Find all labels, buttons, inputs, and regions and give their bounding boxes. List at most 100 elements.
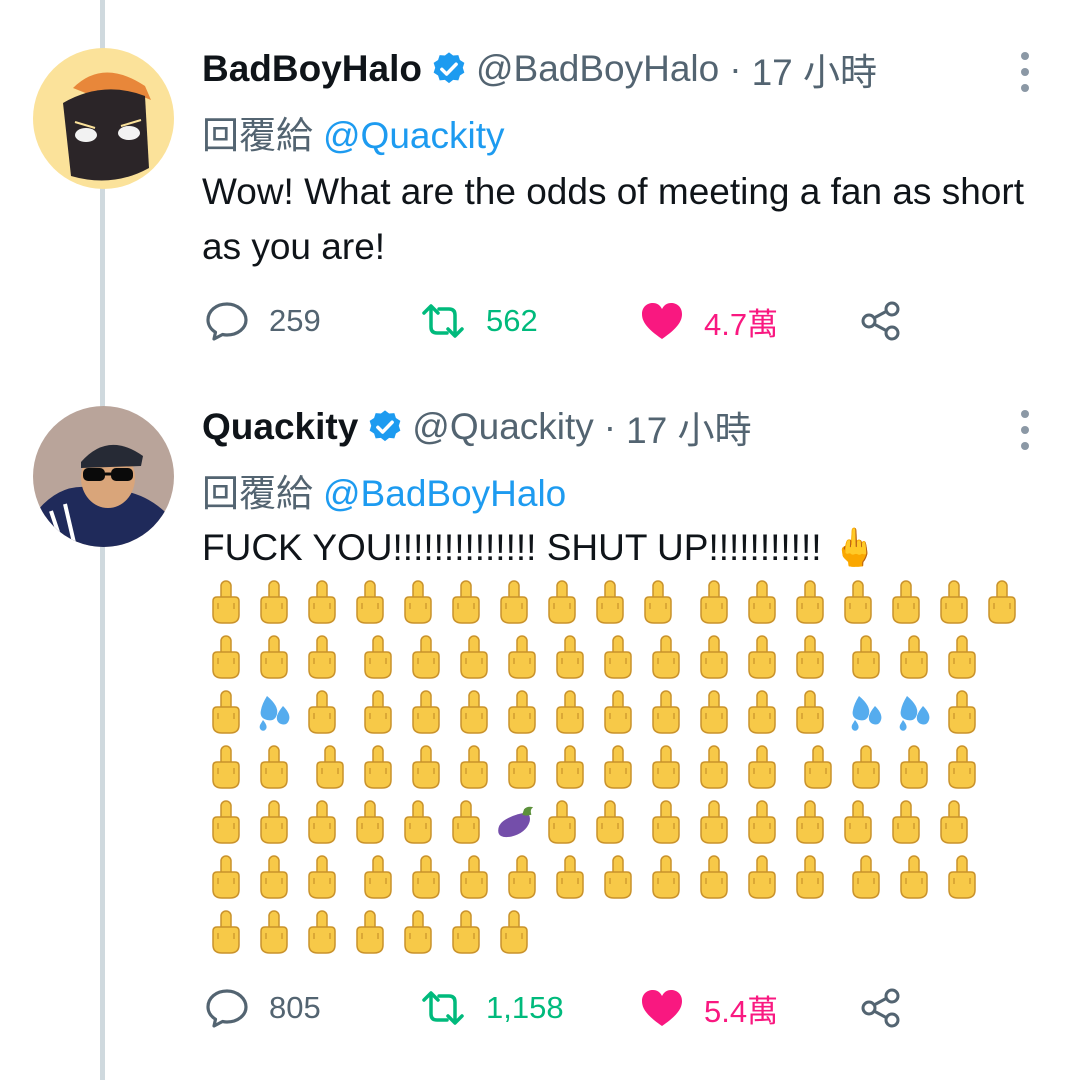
middle-finger-emoji-icon — [789, 797, 831, 847]
sweat-droplets-emoji-icon — [893, 687, 935, 737]
middle-finger-emoji-icon — [349, 797, 391, 847]
middle-finger-emoji-icon — [893, 632, 935, 682]
retweet-button[interactable]: 1,158 — [420, 985, 564, 1031]
middle-finger-emoji-icon — [549, 687, 591, 737]
middle-finger-emoji-icon — [589, 577, 631, 627]
middle-finger-emoji-icon — [253, 907, 295, 957]
reply-button[interactable]: 805 — [205, 985, 321, 1031]
display-name[interactable]: Quackity — [202, 406, 358, 448]
user-handle[interactable]: @BadBoyHalo — [476, 48, 719, 90]
emoji-row — [205, 629, 1045, 684]
middle-finger-emoji-icon — [933, 797, 975, 847]
retweet-count: 562 — [486, 303, 538, 338]
middle-finger-emoji-icon — [205, 742, 247, 792]
tweet-timestamp[interactable]: 17 小時 — [752, 42, 877, 96]
verified-badge-icon — [430, 50, 468, 88]
middle-finger-emoji-icon — [797, 742, 839, 792]
user-handle[interactable]: @Quackity — [412, 406, 594, 448]
middle-finger-emoji-icon — [501, 687, 543, 737]
middle-finger-emoji-icon — [397, 797, 439, 847]
middle-finger-emoji-icon — [885, 797, 927, 847]
middle-finger-emoji-icon — [597, 742, 639, 792]
middle-finger-emoji-icon — [645, 852, 687, 902]
middle-finger-emoji-icon — [549, 742, 591, 792]
retweet-icon — [420, 303, 466, 339]
tweet-timestamp[interactable]: 17 小時 — [626, 400, 751, 454]
middle-finger-emoji-icon — [301, 687, 343, 737]
middle-finger-emoji-icon — [397, 907, 439, 957]
reply-count: 259 — [269, 303, 321, 338]
middle-finger-emoji-icon — [349, 577, 391, 627]
middle-finger-emoji-icon — [453, 742, 495, 792]
middle-finger-emoji-icon — [453, 687, 495, 737]
middle-finger-emoji-icon — [309, 742, 351, 792]
middle-finger-emoji-icon — [837, 797, 879, 847]
reply-context: 回覆給 @Quackity — [202, 105, 505, 159]
avatar-badboyhalo[interactable] — [33, 48, 174, 189]
middle-finger-emoji-icon — [645, 632, 687, 682]
emoji-row — [205, 739, 1045, 794]
middle-finger-emoji-icon — [845, 742, 887, 792]
middle-finger-emoji-icon — [405, 742, 447, 792]
middle-finger-emoji-icon — [301, 577, 343, 627]
emoji-row — [205, 904, 1045, 959]
tweet-header: BadBoyHalo @BadBoyHalo · 17 小時 — [202, 46, 877, 93]
share-icon — [859, 300, 903, 342]
tweet-actions: 805 1,158 5.4萬 — [205, 985, 925, 1031]
middle-finger-emoji-icon — [645, 687, 687, 737]
reply-mention-link[interactable]: @BadBoyHalo — [323, 473, 566, 514]
middle-finger-emoji-icon — [397, 577, 439, 627]
middle-finger-emoji-icon — [941, 632, 983, 682]
middle-finger-emoji-icon — [445, 577, 487, 627]
retweet-count: 1,158 — [486, 990, 564, 1025]
middle-finger-emoji-icon — [405, 852, 447, 902]
avatar-quackity[interactable] — [33, 406, 174, 547]
share-button[interactable] — [859, 298, 903, 344]
middle-finger-emoji-icon — [693, 632, 735, 682]
display-name[interactable]: BadBoyHalo — [202, 48, 422, 90]
reply-button[interactable]: 259 — [205, 298, 321, 344]
middle-finger-emoji-icon — [597, 632, 639, 682]
middle-finger-emoji-icon — [549, 632, 591, 682]
middle-finger-emoji-icon — [741, 852, 783, 902]
middle-finger-emoji-icon — [893, 852, 935, 902]
retweet-icon — [420, 990, 466, 1026]
middle-finger-emoji-icon — [837, 577, 879, 627]
middle-finger-emoji-icon — [205, 632, 247, 682]
verified-badge-icon — [366, 408, 404, 446]
tweet-header: Quackity @Quackity · 17 小時 — [202, 404, 752, 451]
tweet-text: Wow! What are the odds of meeting a fan … — [202, 171, 1024, 267]
retweet-button[interactable]: 562 — [420, 298, 538, 344]
middle-finger-emoji-icon — [845, 852, 887, 902]
like-button[interactable]: 5.4萬 — [640, 985, 778, 1031]
middle-finger-emoji-icon — [205, 687, 247, 737]
middle-finger-emoji-icon — [357, 632, 399, 682]
middle-finger-emoji-icon — [357, 852, 399, 902]
emoji-row — [205, 794, 1045, 849]
more-options-icon[interactable] — [1012, 410, 1038, 450]
middle-finger-emoji-icon — [789, 852, 831, 902]
middle-finger-emoji-icon — [253, 852, 295, 902]
reply-mention-link[interactable]: @Quackity — [323, 115, 505, 156]
reply-icon — [205, 301, 249, 341]
middle-finger-emoji-icon — [205, 577, 247, 627]
emoji-row — [205, 849, 1045, 904]
middle-finger-emoji-icon — [741, 687, 783, 737]
share-button[interactable] — [859, 985, 903, 1031]
middle-finger-emoji-icon — [253, 577, 295, 627]
middle-finger-emoji-icon — [253, 632, 295, 682]
middle-finger-emoji-icon — [445, 797, 487, 847]
like-button[interactable]: 4.7萬 — [640, 298, 778, 344]
middle-finger-emoji-icon — [645, 797, 687, 847]
middle-finger-emoji-icon — [589, 797, 631, 847]
middle-finger-emoji-icon — [301, 907, 343, 957]
middle-finger-emoji-icon — [549, 852, 591, 902]
like-count: 5.4萬 — [704, 993, 779, 1029]
separator-dot: · — [729, 48, 742, 89]
tweet-text: FUCK YOU!!!!!!!!!!!!!! SHUT UP!!!!!!!!!!… — [202, 527, 878, 568]
middle-finger-emoji-icon — [205, 907, 247, 957]
more-options-icon[interactable] — [1012, 52, 1038, 92]
middle-finger-emoji-icon — [741, 742, 783, 792]
middle-finger-emoji-icon — [741, 797, 783, 847]
middle-finger-emoji-icon — [693, 852, 735, 902]
